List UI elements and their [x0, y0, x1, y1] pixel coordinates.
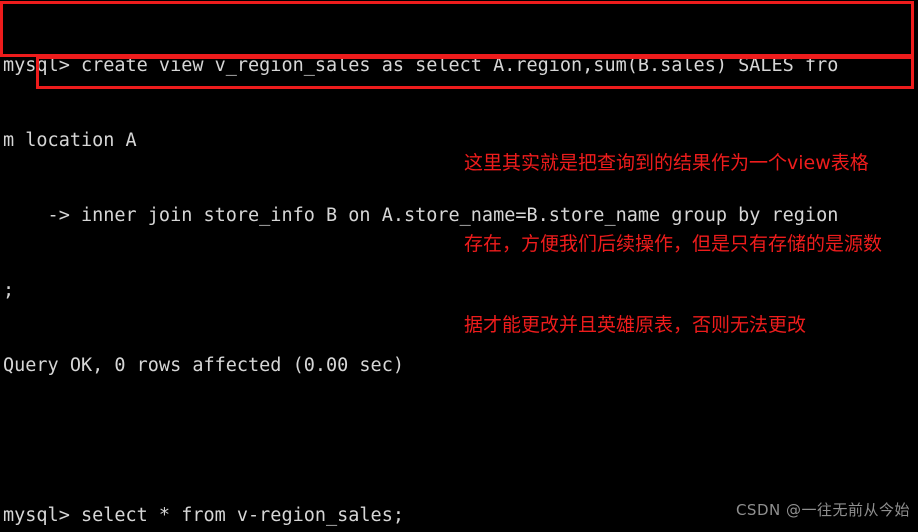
terminal-line-blank-1 — [3, 428, 918, 453]
annotation-note-line-3: 据才能更改并且英雄原表，否则无法更改 — [464, 314, 807, 336]
annotation-note-line-2: 存在，方便我们后续操作，但是只有存储的是源数 — [464, 233, 883, 255]
terminal-line-create-view-1: mysql> create view v_region_sales as sel… — [3, 55, 839, 76]
csdn-watermark: CSDN @一往无前从今始 — [735, 501, 910, 519]
annotation-note-line-1: 这里其实就是把查询到的结果作为一个view表格 — [464, 152, 869, 174]
annotation-note: 这里其实就是把查询到的结果作为一个view表格 存在，方便我们后续操作，但是只有… — [464, 96, 916, 393]
terminal-screen: mysql> create view v_region_sales as sel… — [0, 0, 918, 532]
